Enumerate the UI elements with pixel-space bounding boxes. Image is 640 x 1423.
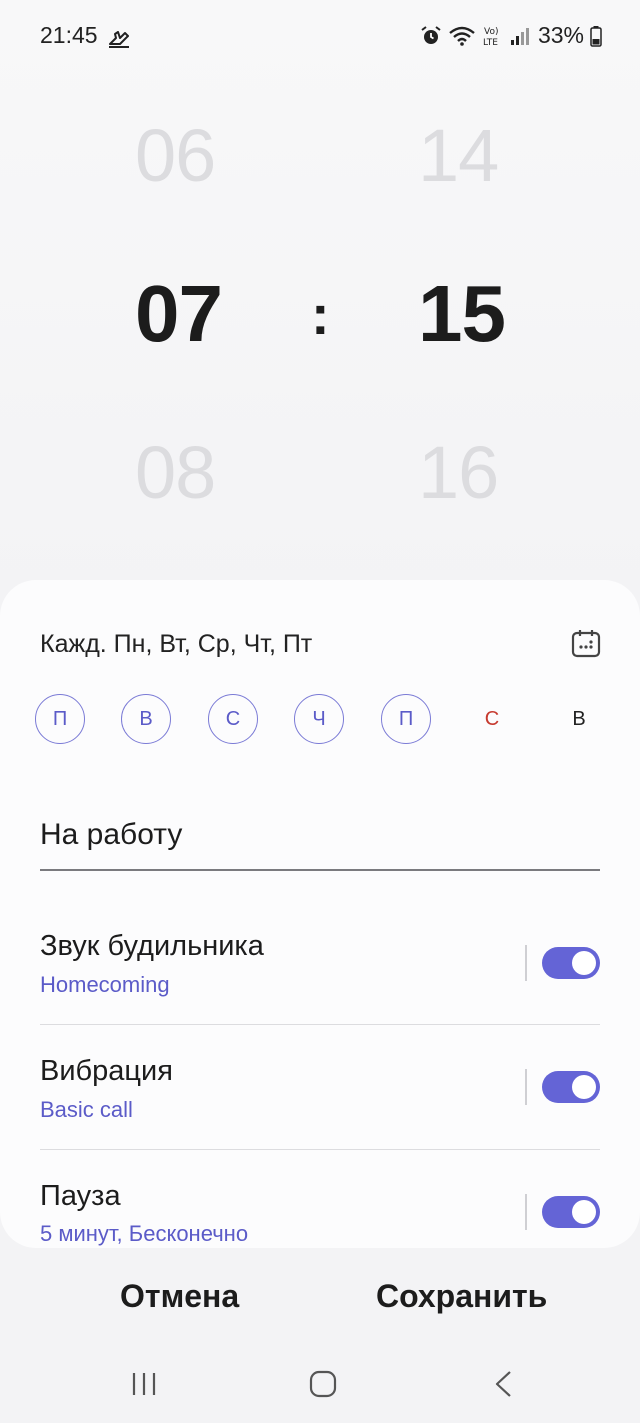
alarm-name-field[interactable]: На работу [40,818,182,852]
calendar-icon[interactable] [570,627,602,659]
signal-icon [510,27,529,45]
setting-subtitle: 5 минут, Бесконечно [40,1221,249,1246]
svg-text:LTE: LTE [483,38,498,48]
divider [40,1149,600,1150]
minute-prev[interactable]: 14 [418,113,499,198]
setting-title: Вибрация [40,1055,173,1087]
day-monday[interactable]: П [35,694,85,744]
alarm-settings-card [0,580,640,1248]
toggle-knob [572,1075,596,1099]
setting-subtitle: Homecoming [40,972,170,997]
status-bar: 21:45 Vo) LTE 33% [0,0,640,72]
vibration-toggle[interactable] [542,1071,600,1103]
alarm-name-underline [40,869,600,871]
alarm-icon [421,25,441,44]
setting-subtitle: Basic call [40,1097,133,1122]
day-wednesday[interactable]: С [208,694,258,744]
home-icon[interactable] [309,1370,337,1398]
hour-next[interactable]: 08 [135,430,216,515]
alarm-sound-toggle[interactable] [542,947,600,979]
setting-title: Звук будильника [40,930,264,962]
minute-next[interactable]: 16 [418,430,499,515]
hour-selected[interactable]: 07 [135,268,223,360]
repeat-summary: Кажд. Пн, Вт, Ср, Чт, Пт [40,630,313,658]
cancel-button[interactable]: Отмена [120,1278,239,1315]
day-saturday[interactable]: С [467,694,517,744]
walking-person-icon [109,31,129,48]
snooze-toggle[interactable] [542,1196,600,1228]
svg-text:Vo): Vo) [484,27,498,37]
day-friday[interactable]: П [381,694,431,744]
status-icons: Vo) LTE 33% [420,22,602,49]
day-sunday[interactable]: В [554,694,604,744]
volte-icon: Vo) LTE [483,27,498,48]
wifi-icon [449,26,475,46]
time-separator: : [311,283,330,346]
save-button[interactable]: Сохранить [376,1278,547,1315]
battery-icon [590,25,602,47]
back-icon[interactable] [490,1370,518,1398]
divider [40,1024,600,1025]
setting-title: Пауза [40,1180,121,1212]
status-time: 21:45 [40,22,98,48]
toggle-knob [572,1200,596,1224]
separator [525,1069,527,1105]
day-thursday[interactable]: Ч [294,694,344,744]
battery-percent: 33% [537,22,584,48]
separator [525,1194,527,1230]
hour-prev[interactable]: 06 [135,113,216,198]
recent-apps-icon[interactable] [130,1370,158,1398]
separator [525,945,527,981]
minute-selected[interactable]: 15 [418,268,506,360]
day-tuesday[interactable]: В [121,694,171,744]
toggle-knob [572,951,596,975]
